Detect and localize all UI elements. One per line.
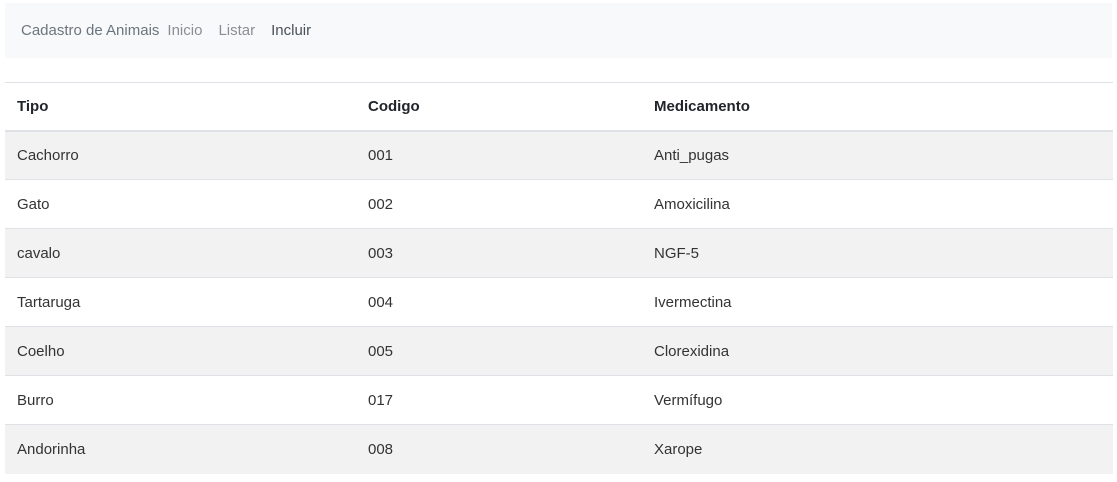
nav-link-inicio[interactable]: Inicio [167, 22, 202, 39]
table-header-row: Tipo Codigo Medicamento [5, 82, 1113, 132]
cell-medicamento: Amoxicilina [642, 179, 1113, 229]
column-header-codigo: Codigo [356, 82, 642, 132]
cell-tipo: Andorinha [5, 424, 356, 474]
table-header: Tipo Codigo Medicamento [5, 82, 1113, 132]
table-row: Burro 017 Vermífugo [5, 375, 1113, 425]
cell-tipo: Coelho [5, 326, 356, 376]
cell-codigo: 008 [356, 424, 642, 474]
cell-tipo: Cachorro [5, 130, 356, 180]
cell-medicamento: Clorexidina [642, 326, 1113, 376]
table-row: Gato 002 Amoxicilina [5, 179, 1113, 229]
cell-tipo: Gato [5, 179, 356, 229]
cell-tipo: Tartaruga [5, 277, 356, 327]
nav-link-listar[interactable]: Listar [218, 22, 255, 39]
cell-medicamento: Ivermectina [642, 277, 1113, 327]
cell-codigo: 004 [356, 277, 642, 327]
cell-codigo: 005 [356, 326, 642, 376]
table-row: cavalo 003 NGF-5 [5, 228, 1113, 278]
cell-codigo: 001 [356, 130, 642, 180]
cell-tipo: Burro [5, 375, 356, 425]
column-header-tipo: Tipo [5, 82, 356, 132]
cell-codigo: 002 [356, 179, 642, 229]
table-row: Andorinha 008 Xarope [5, 424, 1113, 474]
table-row: Cachorro 001 Anti_pugas [5, 130, 1113, 180]
animals-table: Tipo Codigo Medicamento Cachorro 001 Ant… [5, 82, 1113, 474]
nav-link-incluir[interactable]: Incluir [271, 22, 311, 39]
table-row: Tartaruga 004 Ivermectina [5, 277, 1113, 327]
table-row: Coelho 005 Clorexidina [5, 326, 1113, 376]
cell-tipo: cavalo [5, 228, 356, 278]
cell-medicamento: NGF-5 [642, 228, 1113, 278]
cell-codigo: 017 [356, 375, 642, 425]
cell-medicamento: Anti_pugas [642, 130, 1113, 180]
cell-codigo: 003 [356, 228, 642, 278]
table-body: Cachorro 001 Anti_pugas Gato 002 Amoxici… [5, 130, 1113, 474]
column-header-medicamento: Medicamento [642, 82, 1113, 132]
navbar: Cadastro de Animais Inicio Listar Inclui… [5, 3, 1112, 58]
cell-medicamento: Xarope [642, 424, 1113, 474]
navbar-brand[interactable]: Cadastro de Animais [21, 22, 159, 39]
cell-medicamento: Vermífugo [642, 375, 1113, 425]
